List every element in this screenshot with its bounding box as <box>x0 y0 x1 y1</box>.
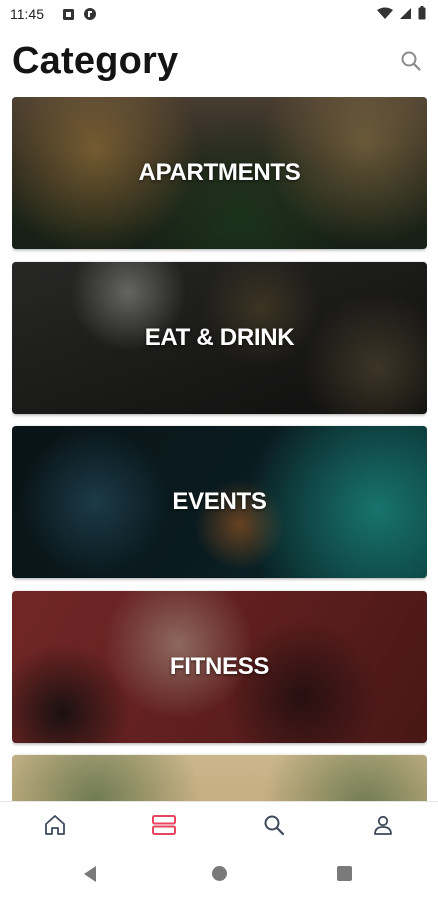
search-icon <box>264 815 284 836</box>
status-left-icons <box>62 7 97 21</box>
bottom-nav <box>0 801 438 848</box>
page-title: Category <box>12 40 179 82</box>
profile-icon <box>374 815 393 835</box>
status-time: 11:45 <box>10 6 44 22</box>
category-card-apartments[interactable]: APARTMENTS <box>12 97 427 249</box>
cellular-signal-icon <box>400 7 411 19</box>
nav-profile[interactable] <box>353 805 413 845</box>
notification-box-icon <box>63 8 74 20</box>
system-nav <box>0 847 438 900</box>
category-label: APARTMENTS <box>138 159 301 186</box>
category-label: FITNESS <box>169 653 270 680</box>
recents-square-icon[interactable] <box>337 866 352 881</box>
category-label: EVENTS <box>172 488 267 515</box>
status-bar: 11:45 <box>0 0 438 30</box>
nav-home[interactable] <box>25 805 85 845</box>
category-card-partial[interactable] <box>12 755 427 801</box>
header-search-button[interactable] <box>400 50 422 72</box>
category-card-eat-drink[interactable]: EAT & DRINK <box>12 262 427 414</box>
back-icon[interactable] <box>84 866 96 882</box>
category-list-icon <box>152 815 177 835</box>
category-label: EAT & DRINK <box>144 324 295 351</box>
app-circle-icon <box>84 8 96 20</box>
status-right-icons <box>377 6 426 20</box>
category-list[interactable]: APARTMENTS EAT & DRINK EVENTS FITNESS <box>12 97 427 801</box>
category-image <box>12 755 427 801</box>
battery-icon <box>418 6 426 20</box>
home-circle-icon[interactable] <box>212 866 227 881</box>
home-icon <box>44 815 65 835</box>
nav-search[interactable] <box>244 805 304 845</box>
category-card-fitness[interactable]: FITNESS <box>12 591 427 743</box>
category-card-events[interactable]: EVENTS <box>12 426 427 578</box>
search-icon <box>401 51 421 71</box>
nav-categories[interactable] <box>134 805 194 845</box>
wifi-icon <box>377 7 393 19</box>
